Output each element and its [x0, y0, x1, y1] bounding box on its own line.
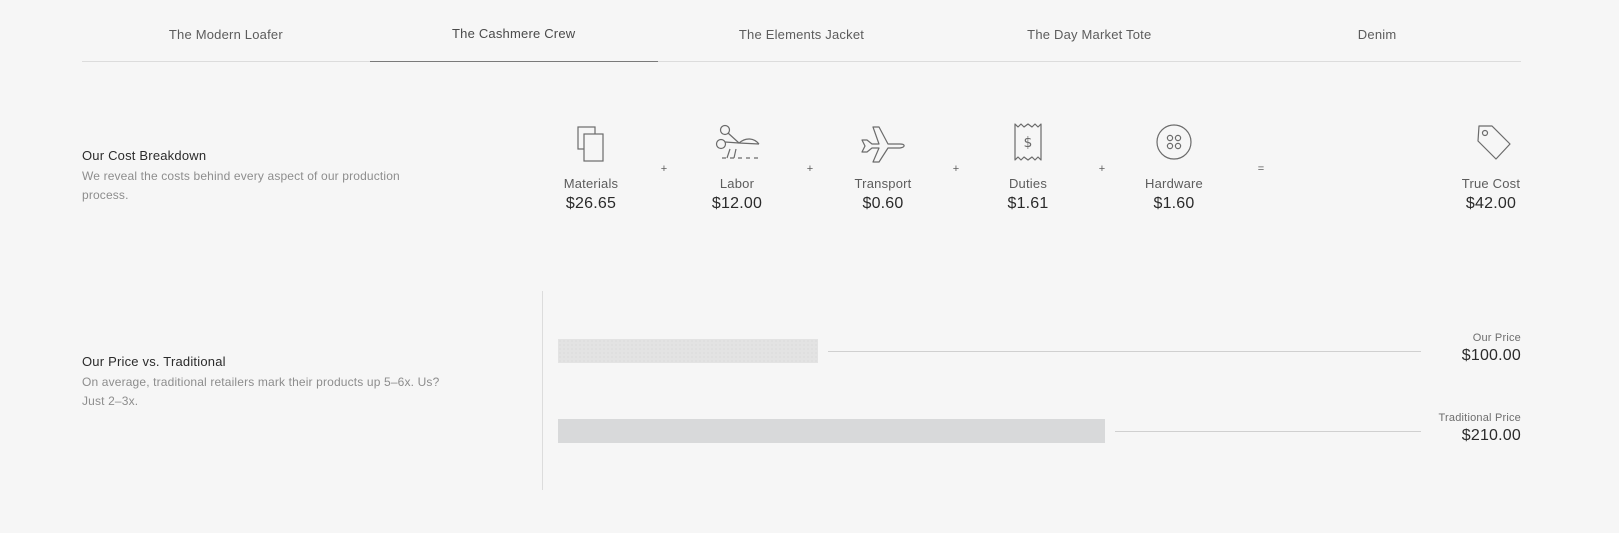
traditional-price-bar [558, 419, 1105, 443]
tab-day-market-tote[interactable]: The Day Market Tote [945, 0, 1233, 61]
cost-value: $1.60 [1153, 195, 1195, 212]
button-icon [1156, 124, 1192, 160]
our-price-label: Our Price [1472, 332, 1521, 344]
traditional-price-label: Traditional Price [1438, 412, 1521, 424]
tab-cashmere-crew[interactable]: The Cashmere Crew [369, 0, 658, 62]
cost-value: $26.65 [565, 195, 617, 212]
cost-label: True Cost [1461, 176, 1521, 191]
plus-operator: + [1098, 163, 1106, 175]
price-comparison-title: Our Price vs. Traditional [82, 354, 226, 369]
our-price-value: $100.00 [1461, 347, 1521, 364]
cost-item-true-cost: True Cost $42.00 [1441, 122, 1541, 213]
cost-item-materials: Materials $26.65 [541, 122, 641, 213]
price-comparison-description: On average, traditional retailers mark t… [82, 375, 440, 408]
tab-denim[interactable]: Denim [1233, 0, 1521, 61]
cost-breakdown-intro: Our Cost Breakdown We reveal the costs b… [82, 148, 442, 205]
cost-label: Transport [854, 176, 912, 191]
our-price-bar [558, 339, 818, 363]
plus-operator: + [952, 163, 960, 175]
cost-item-transport: Transport $0.60 [833, 122, 933, 213]
our-price-block: Our Price $100.00 [1462, 332, 1521, 365]
cost-item-hardware: Hardware $1.60 [1124, 122, 1224, 213]
receipt-icon: $ [1014, 123, 1042, 161]
tab-modern-loafer[interactable]: The Modern Loafer [82, 0, 370, 61]
cost-label: Labor [719, 176, 755, 191]
vertical-divider [542, 291, 543, 490]
traditional-price-leader-line [1115, 431, 1421, 432]
price-tag-icon [1477, 125, 1511, 160]
plus-operator: + [660, 163, 668, 175]
fabric-swatch-icon [577, 126, 604, 162]
cost-item-labor: Labor $12.00 [687, 122, 787, 213]
svg-text:$: $ [1024, 135, 1033, 151]
cost-label: Duties [1008, 176, 1048, 191]
traditional-price-block: Traditional Price $210.00 [1439, 412, 1521, 445]
cost-value: $0.60 [862, 195, 904, 212]
tab-elements-jacket[interactable]: The Elements Jacket [658, 0, 946, 61]
cost-breakdown-title: Our Cost Breakdown [82, 148, 207, 163]
equals-operator: = [1257, 163, 1265, 175]
plus-operator: + [806, 163, 814, 175]
scissors-icon [715, 124, 760, 159]
cost-value: $12.00 [711, 195, 763, 212]
cost-label: Materials [563, 176, 619, 191]
traditional-price-value: $210.00 [1461, 427, 1521, 444]
cost-breakdown-description: We reveal the costs behind every aspect … [82, 169, 400, 202]
cost-value: $1.61 [1007, 195, 1049, 212]
our-price-leader-line [828, 351, 1421, 352]
cost-item-duties: $ Duties $1.61 [978, 122, 1078, 213]
cost-label: Hardware [1145, 176, 1203, 191]
product-tabs: The Modern Loafer The Cashmere Crew The … [82, 0, 1521, 62]
price-comparison-intro: Our Price vs. Traditional On average, tr… [82, 354, 442, 411]
page: The Modern Loafer The Cashmere Crew The … [0, 0, 1619, 533]
airplane-icon [861, 126, 905, 163]
cost-value: $42.00 [1465, 195, 1517, 212]
